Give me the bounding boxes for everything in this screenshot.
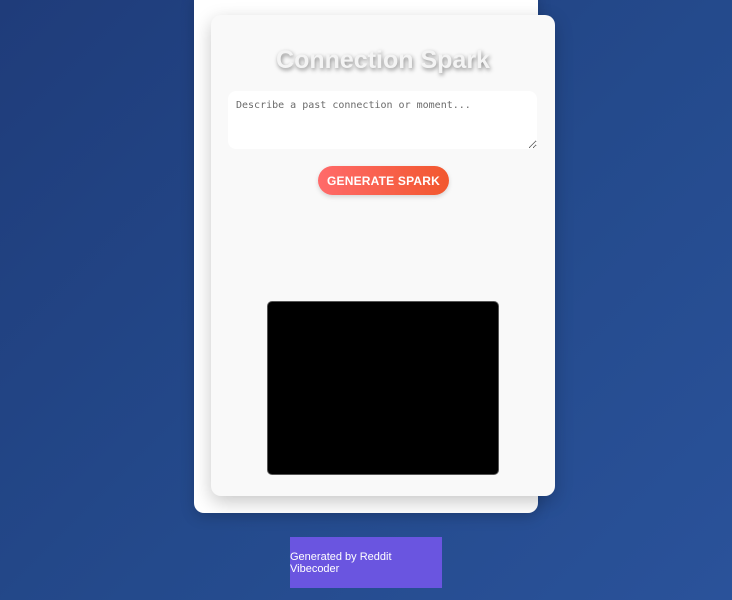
connection-description-input[interactable] xyxy=(228,91,537,149)
footer-credit-badge[interactable]: Generated by Reddit Vibecoder xyxy=(290,537,442,588)
main-card: Connection Spark GENERATE SPARK xyxy=(211,15,555,496)
spark-canvas xyxy=(267,301,499,475)
page-title: Connection Spark xyxy=(276,46,490,74)
footer-credit-text: Generated by Reddit Vibecoder xyxy=(290,550,392,575)
generate-spark-button[interactable]: GENERATE SPARK xyxy=(318,166,449,195)
